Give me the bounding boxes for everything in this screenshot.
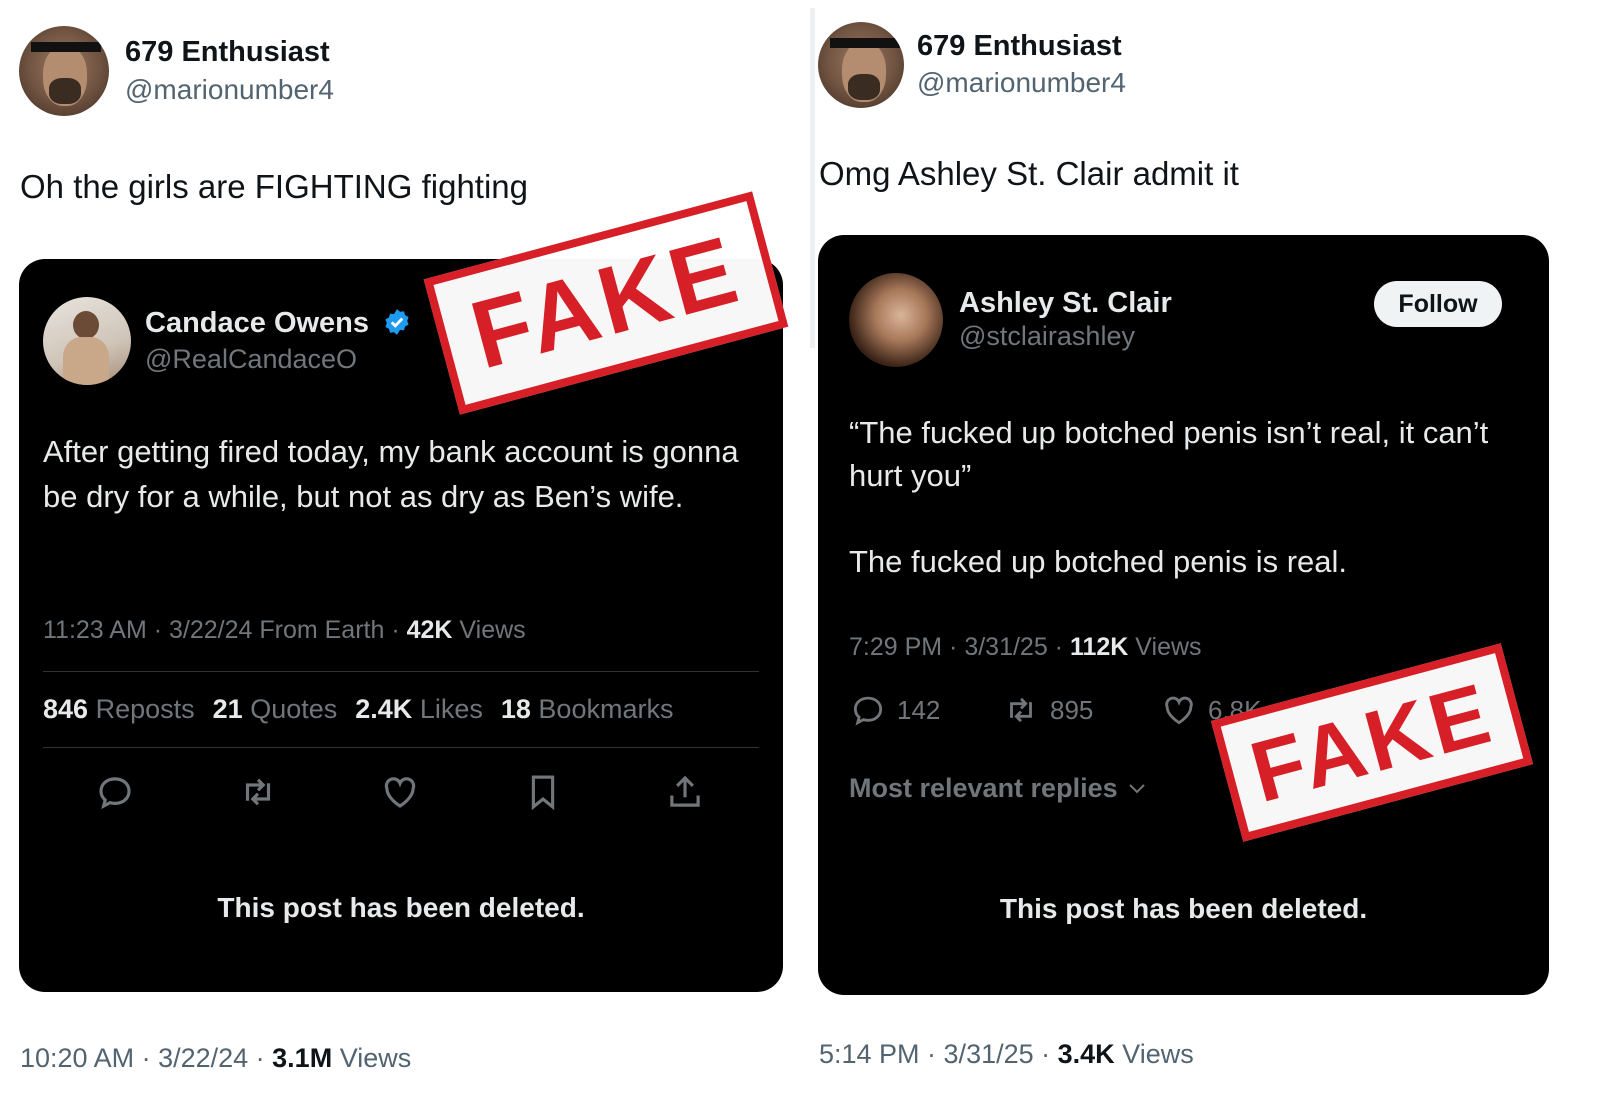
embedded-author-name[interactable]: Ashley St. Clair bbox=[959, 287, 1172, 320]
follow-button[interactable]: Follow bbox=[1374, 281, 1502, 327]
post-meta: 5:14 PM · 3/31/25 · 3.4K Views bbox=[819, 1039, 1194, 1070]
embedded-timestamp[interactable]: 7:29 PM · 3/31/25 · bbox=[849, 633, 1070, 661]
engagement-stats: 846 Reposts 21 Quotes 2.4K Likes 18 Book… bbox=[43, 694, 673, 725]
stat-quotes[interactable]: 21 Quotes bbox=[213, 694, 338, 725]
embedded-name-text: Candace Owens bbox=[145, 307, 370, 339]
embedded-views-count: 112K bbox=[1069, 633, 1129, 661]
embedded-post-card[interactable]: Candace Owens @RealCandaceO After gettin… bbox=[19, 259, 783, 992]
divider bbox=[43, 747, 759, 748]
embedded-author-name[interactable]: Candace Owens bbox=[145, 307, 411, 340]
embedded-timestamp[interactable]: 11:23 AM · 3/22/24 From Earth · bbox=[43, 616, 407, 644]
post-views-count: 3.1M bbox=[272, 1043, 333, 1073]
deleted-notice: This post has been deleted. bbox=[999, 893, 1368, 924]
author-avatar[interactable] bbox=[19, 26, 109, 116]
post-timestamp[interactable]: 5:14 PM · 3/31/25 · bbox=[819, 1039, 1058, 1069]
post-meta: 10:20 AM · 3/22/24 · 3.1M Views bbox=[20, 1043, 411, 1074]
embedded-post-text: The fucked up botched penis is real. bbox=[849, 544, 1348, 579]
like-icon[interactable] bbox=[379, 771, 421, 813]
reply-icon bbox=[853, 696, 883, 726]
post-views-count: 3.4K bbox=[1057, 1039, 1115, 1069]
embedded-views-label: Views bbox=[452, 616, 526, 644]
embedded-author-handle[interactable]: @stclairashley bbox=[959, 321, 1135, 352]
share-icon[interactable] bbox=[664, 771, 706, 813]
embedded-author-handle[interactable]: @RealCandaceO bbox=[145, 344, 357, 375]
bookmark-icon[interactable] bbox=[522, 771, 564, 813]
author-handle[interactable]: @marionumber4 bbox=[917, 67, 1126, 99]
embedded-avatar[interactable] bbox=[43, 297, 131, 385]
right-post: 679 Enthusiast @marionumber4 Omg Ashley … bbox=[816, 0, 1600, 1105]
embedded-quote-text: “The fucked up botched penis isn’t real,… bbox=[849, 415, 1489, 493]
post-text: Omg Ashley St. Clair admit it bbox=[819, 155, 1239, 192]
like-icon bbox=[1165, 696, 1193, 725]
left-post: 679 Enthusiast @marionumber4 Oh the girl… bbox=[0, 0, 808, 1105]
replies-sort-dropdown[interactable]: Most relevant replies bbox=[849, 773, 1149, 804]
reply-icon[interactable] bbox=[94, 771, 136, 813]
repost-icon bbox=[1010, 697, 1032, 723]
stat-likes[interactable]: 2.4K Likes bbox=[355, 694, 483, 725]
chevron-down-icon bbox=[1129, 784, 1145, 794]
author-name[interactable]: 679 Enthusiast bbox=[125, 36, 330, 69]
repost-count-text: 895 bbox=[1050, 694, 1094, 725]
embedded-post-card[interactable]: Ashley St. Clair @stclairashley Follow “… bbox=[818, 235, 1549, 995]
author-handle[interactable]: @marionumber4 bbox=[125, 74, 334, 106]
embedded-post-text: After getting fired today, my bank accou… bbox=[43, 434, 739, 514]
post-text: Oh the girls are FIGHTING fighting bbox=[20, 168, 529, 205]
deleted-notice: This post has been deleted. bbox=[217, 892, 585, 923]
replies-sort-label: Most relevant replies bbox=[849, 773, 1118, 803]
post-timestamp[interactable]: 10:20 AM · 3/22/24 · bbox=[20, 1043, 272, 1073]
post-views-label: Views bbox=[1114, 1039, 1194, 1069]
stat-bookmarks[interactable]: 18 Bookmarks bbox=[501, 694, 674, 725]
embedded-post-meta: 7:29 PM · 3/31/25 · 112K Views bbox=[849, 633, 1202, 662]
reply-count[interactable]: 142 bbox=[849, 691, 940, 729]
verified-badge-icon bbox=[385, 309, 409, 335]
repost-count[interactable]: 895 bbox=[1002, 691, 1093, 729]
embedded-avatar[interactable] bbox=[849, 273, 943, 367]
author-avatar[interactable] bbox=[818, 22, 904, 108]
embedded-views-label: Views bbox=[1128, 633, 1202, 661]
embedded-views-count: 42K bbox=[406, 616, 453, 644]
author-name[interactable]: 679 Enthusiast bbox=[917, 30, 1122, 63]
reply-count-text: 142 bbox=[897, 694, 941, 725]
divider bbox=[43, 671, 759, 672]
embedded-post-meta: 11:23 AM · 3/22/24 From Earth · 42K View… bbox=[43, 616, 526, 645]
action-bar bbox=[94, 771, 706, 813]
repost-icon[interactable] bbox=[237, 771, 279, 813]
post-views-label: Views bbox=[332, 1043, 412, 1073]
panel-divider bbox=[810, 8, 815, 348]
stat-reposts[interactable]: 846 Reposts bbox=[43, 694, 195, 725]
